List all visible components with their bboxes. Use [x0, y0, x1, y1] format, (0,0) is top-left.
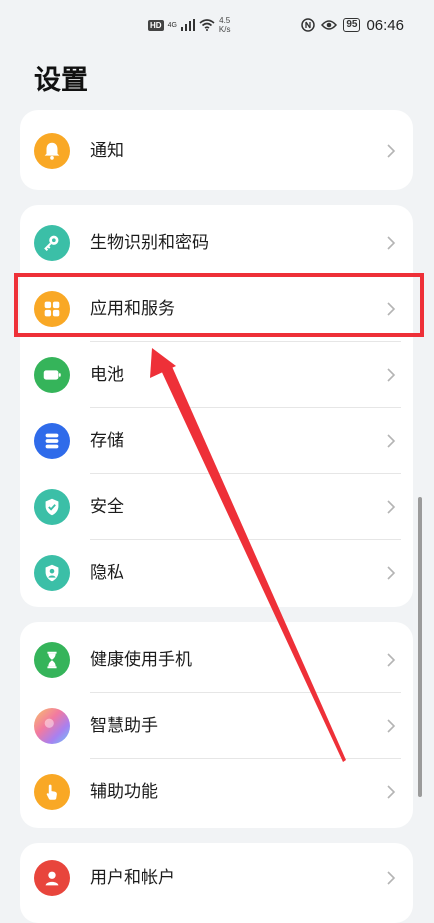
scrollbar[interactable]	[418, 497, 422, 797]
speed-unit: K/s	[218, 25, 231, 34]
settings-item-label: 健康使用手机	[90, 650, 192, 670]
status-right: 95 06:46	[301, 14, 404, 36]
settings-group-accounts: 用户和帐户	[20, 843, 413, 923]
chevron-right-icon	[387, 871, 396, 885]
privacy-shield-icon	[34, 555, 70, 591]
settings-item-notifications[interactable]: 通知	[20, 118, 413, 184]
settings-group-assistance: 健康使用手机 智慧助手 辅助功能	[20, 622, 413, 828]
speed-value: 4.5	[219, 16, 231, 25]
chevron-right-icon	[387, 785, 396, 799]
user-icon	[34, 860, 70, 896]
page-title: 设置	[34, 65, 88, 96]
network-type: 4G	[167, 21, 177, 29]
hand-tap-icon	[34, 774, 70, 810]
settings-item-label: 隐私	[90, 563, 124, 583]
status-bar: HD 4G 4.5 K/s 95 06:46	[0, 0, 434, 50]
network-speed: 4.5 K/s	[219, 16, 231, 34]
settings-item-label: 智慧助手	[90, 716, 158, 736]
battery-icon	[34, 357, 70, 393]
settings-item-digital-balance[interactable]: 健康使用手机	[20, 627, 413, 693]
settings-group-notifications: 通知	[20, 110, 413, 190]
eye-comfort-icon	[321, 20, 338, 30]
highlight-annotation-box	[14, 273, 424, 337]
settings-item-privacy[interactable]: 隐私	[20, 540, 413, 606]
chevron-right-icon	[387, 566, 396, 580]
assistant-orb-icon	[34, 708, 70, 744]
settings-item-smart-assistant[interactable]: 智慧助手	[20, 693, 413, 759]
settings-item-security[interactable]: 安全	[20, 474, 413, 540]
settings-item-label: 辅助功能	[90, 782, 158, 802]
settings-item-battery[interactable]: 电池	[20, 342, 413, 408]
clock: 06:46	[366, 16, 404, 34]
nfc-icon	[301, 18, 316, 32]
chevron-right-icon	[387, 368, 396, 382]
shield-check-icon	[34, 489, 70, 525]
chevron-right-icon	[387, 653, 396, 667]
bell-icon	[34, 133, 70, 169]
settings-group-system: 生物识别和密码 应用和服务 电池 存储 安全 隐私	[20, 205, 413, 607]
signal-icon	[180, 19, 195, 31]
hd-badge: HD	[148, 19, 164, 31]
wifi-icon	[199, 19, 215, 31]
settings-item-storage[interactable]: 存储	[20, 408, 413, 474]
settings-item-label: 通知	[90, 141, 124, 161]
key-icon	[34, 225, 70, 261]
storage-icon	[34, 423, 70, 459]
settings-item-label: 存储	[90, 431, 124, 451]
settings-item-accessibility[interactable]: 辅助功能	[20, 759, 413, 825]
settings-item-label: 用户和帐户	[90, 868, 175, 888]
settings-item-biometrics[interactable]: 生物识别和密码	[20, 210, 413, 276]
settings-item-users-accounts[interactable]: 用户和帐户	[20, 845, 413, 911]
settings-item-label: 安全	[90, 497, 124, 517]
status-left: HD 4G 4.5 K/s	[148, 14, 230, 36]
battery-indicator: 95	[343, 18, 361, 32]
chevron-right-icon	[387, 434, 396, 448]
chevron-right-icon	[387, 719, 396, 733]
settings-item-label: 生物识别和密码	[90, 233, 209, 253]
settings-item-label: 电池	[90, 365, 124, 385]
hourglass-icon	[34, 642, 70, 678]
chevron-right-icon	[387, 500, 396, 514]
chevron-right-icon	[387, 144, 396, 158]
chevron-right-icon	[387, 236, 396, 250]
